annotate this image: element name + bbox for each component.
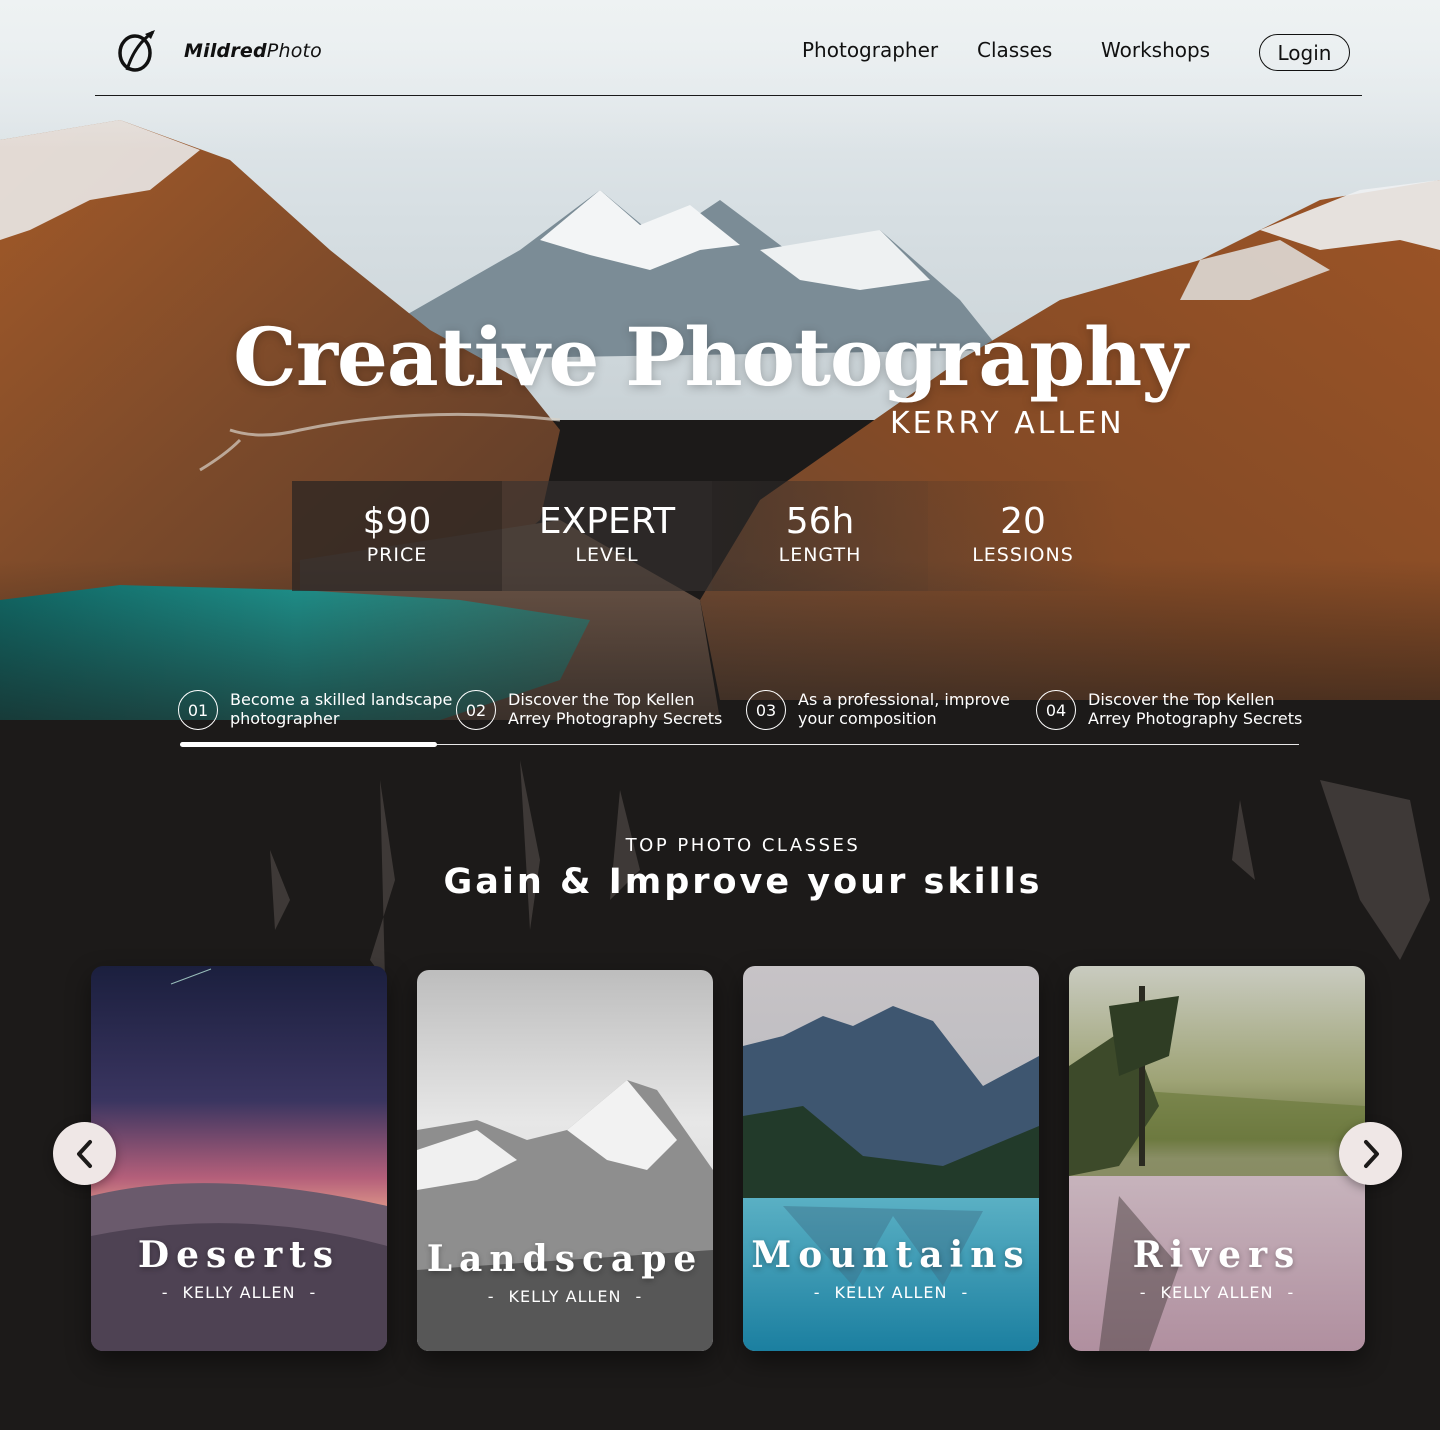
nav-workshops[interactable]: Workshops — [1101, 38, 1210, 62]
card-title: Deserts — [137, 1234, 341, 1276]
carousel-prev-button[interactable] — [53, 1122, 116, 1185]
step-text: Discover the Top Kellen Arrey Photograph… — [508, 690, 723, 728]
card-author: - KELLY ALLEN - — [487, 1287, 643, 1306]
card-title: Mountains — [751, 1234, 1031, 1276]
class-card-rivers[interactable]: Rivers - KELLY ALLEN - — [1069, 966, 1365, 1351]
card-author: - KELLY ALLEN - — [813, 1283, 969, 1302]
nav-classes[interactable]: Classes — [977, 38, 1052, 62]
course-stats: $90 PRICE EXPERT LEVEL 56h LENGTH 20 LES… — [292, 481, 1132, 591]
card-author: - KELLY ALLEN - — [161, 1283, 317, 1302]
stat-lessons: 20 LESSIONS — [928, 481, 1118, 591]
step-number: 03 — [746, 690, 786, 730]
section-kicker: TOP PHOTO CLASSES — [625, 835, 861, 856]
stat-value: $90 — [362, 501, 432, 542]
class-card-deserts[interactable]: Deserts - KELLY ALLEN - — [91, 966, 387, 1351]
stat-value: 56h — [785, 501, 855, 542]
brand-light: Photo — [266, 40, 322, 62]
site-header: MildredPhoto Photographer Classes Worksh… — [95, 0, 1362, 96]
section-title: Gain & Improve your skills — [443, 862, 1043, 902]
card-author-name: KELLY ALLEN — [834, 1283, 948, 1302]
chevron-right-icon — [1363, 1139, 1379, 1168]
stat-level: EXPERT LEVEL — [502, 481, 712, 591]
step-number: 02 — [456, 690, 496, 730]
step-01[interactable]: 01 Become a skilled landscape photograph… — [178, 690, 452, 732]
step-text: Discover the Top Kellen Arrey Photograph… — [1088, 690, 1303, 728]
class-card-mountains[interactable]: Mountains - KELLY ALLEN - — [743, 966, 1039, 1351]
step-04[interactable]: 04 Discover the Top Kellen Arrey Photogr… — [1036, 690, 1326, 732]
steps-progress-fill — [180, 742, 437, 747]
stat-price: $90 PRICE — [292, 481, 502, 591]
card-title: Rivers — [1132, 1234, 1302, 1276]
stat-value: 20 — [1000, 501, 1046, 542]
step-03[interactable]: 03 As a professional, improve your compo… — [746, 690, 1031, 732]
card-title: Landscape — [426, 1238, 704, 1280]
stat-label: LEVEL — [575, 544, 639, 566]
step-text: As a professional, improve your composit… — [798, 690, 1010, 728]
class-card-landscape[interactable]: Landscape - KELLY ALLEN - — [417, 970, 713, 1351]
stat-label: PRICE — [366, 544, 428, 566]
hero-title: Creative Photography — [233, 310, 1188, 404]
step-number: 01 — [178, 690, 218, 730]
card-author: - KELLY ALLEN - — [1139, 1283, 1295, 1302]
step-number: 04 — [1036, 690, 1076, 730]
step-02[interactable]: 02 Discover the Top Kellen Arrey Photogr… — [456, 690, 741, 732]
logo-icon[interactable] — [115, 28, 159, 74]
card-author-name: KELLY ALLEN — [1160, 1283, 1274, 1302]
carousel-next-button[interactable] — [1339, 1122, 1402, 1185]
login-button[interactable]: Login — [1259, 34, 1350, 71]
chevron-left-icon — [76, 1139, 92, 1168]
stat-value: EXPERT — [538, 501, 676, 542]
hero-author: KERRY ALLEN — [890, 406, 1125, 441]
nav-photographer[interactable]: Photographer — [802, 38, 938, 62]
stat-label: LENGTH — [778, 544, 862, 566]
card-author-name: KELLY ALLEN — [182, 1283, 296, 1302]
step-text: Become a skilled landscape photographer — [230, 690, 453, 728]
brand-name[interactable]: MildredPhoto — [184, 40, 322, 62]
card-author-name: KELLY ALLEN — [508, 1287, 622, 1306]
brand-bold: Mildred — [184, 40, 267, 62]
stat-length: 56h LENGTH — [712, 481, 928, 591]
stat-label: LESSIONS — [972, 544, 1074, 566]
